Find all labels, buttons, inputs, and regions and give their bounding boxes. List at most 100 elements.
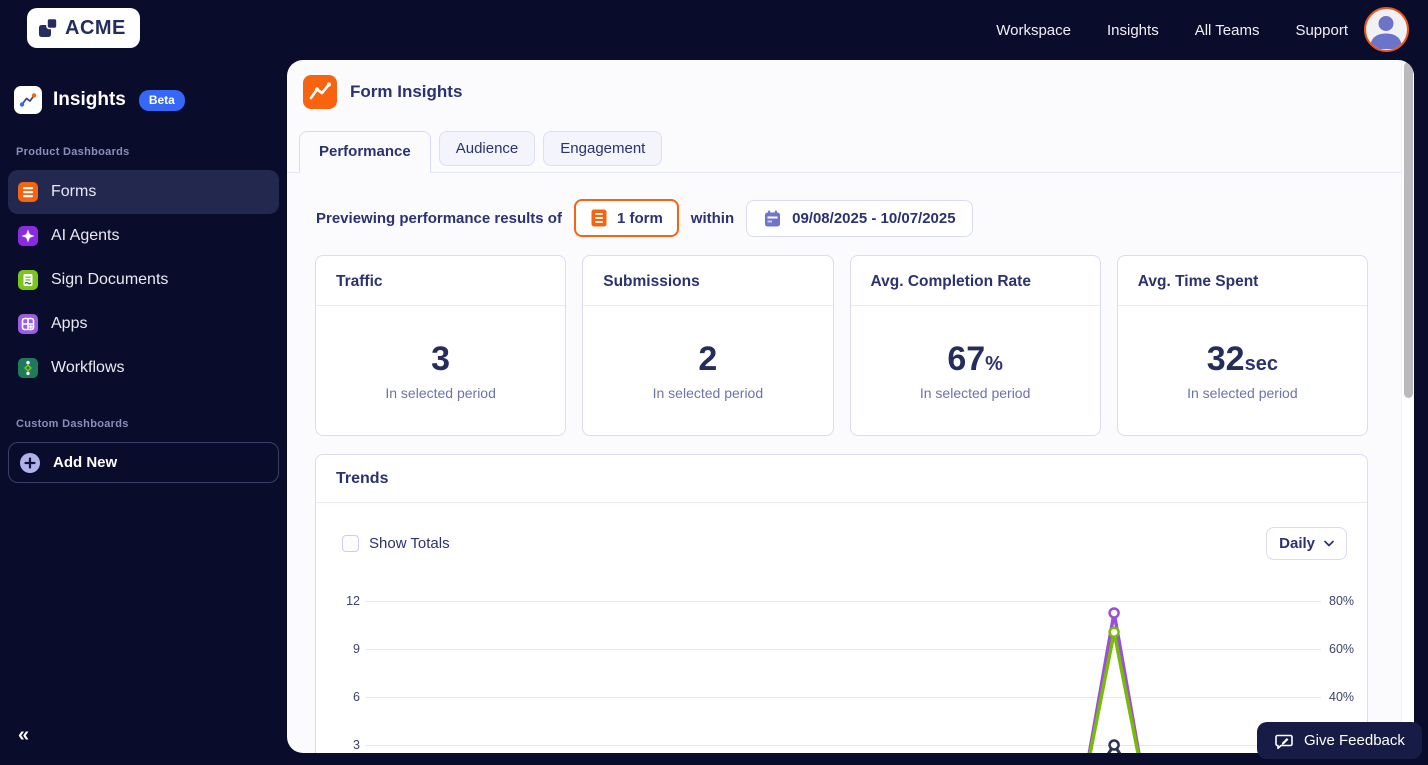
show-totals: Show Totals: [342, 535, 450, 552]
user-avatar[interactable]: [1364, 7, 1409, 52]
date-range-button[interactable]: 09/08/2025 - 10/07/2025: [746, 199, 973, 237]
right-axis-tick: 60%: [1329, 642, 1355, 656]
page-title: Form Insights: [350, 82, 463, 101]
preview-connector: within: [690, 209, 735, 227]
sidebar-item-label: Apps: [51, 315, 88, 332]
sidebar: Insights Beta Product Dashboards Forms AI…: [0, 60, 287, 765]
top-nav-item-all-teams[interactable]: All Teams: [1195, 22, 1260, 39]
feedback-label: Give Feedback: [1304, 732, 1405, 749]
forms-icon: [18, 182, 38, 202]
form-count-label: 1 form: [616, 209, 663, 227]
add-new-button[interactable]: Add New: [8, 442, 279, 483]
top-nav: Workspace Insights All Teams Support: [996, 0, 1348, 60]
stat-label: Avg. Time Spent: [1117, 256, 1367, 306]
stat-label: Submissions: [583, 256, 833, 306]
stat-value: 3: [431, 339, 451, 378]
scrollbar-thumb[interactable]: [1403, 62, 1413, 398]
top-bar: ACME Workspace Insights All Teams Support: [0, 0, 1428, 60]
sidebar-item-label: Forms: [51, 183, 97, 200]
sidebar-item-workflows[interactable]: Workflows: [8, 346, 279, 390]
sidebar-item-ai-agents[interactable]: AI Agents: [8, 214, 279, 258]
panel-header: Form Insights: [287, 60, 1414, 109]
sidebar-header: Insights Beta: [14, 86, 287, 114]
stat-card-traffic: Traffic 3 In selected period: [315, 255, 567, 436]
tab-engagement[interactable]: Engagement: [543, 131, 663, 166]
top-nav-item-insights[interactable]: Insights: [1107, 22, 1159, 39]
top-nav-item-workspace[interactable]: Workspace: [996, 22, 1071, 39]
trends-title: Trends: [316, 455, 1367, 503]
tab-performance[interactable]: Performance: [299, 131, 431, 173]
trends-card: Trends Show Totals Daily 12 80% 9 60% 6 …: [315, 454, 1368, 753]
stat-value: 32sec: [1206, 339, 1278, 378]
calendar-icon: [763, 209, 782, 228]
workflows-icon: [18, 358, 38, 378]
right-axis-tick: 40%: [1329, 690, 1355, 704]
left-axis-tick: 12: [346, 594, 360, 608]
feedback-chat-icon: [1274, 731, 1294, 751]
collapse-sidebar-icon[interactable]: «: [18, 725, 29, 745]
sidebar-item-label: AI Agents: [51, 227, 120, 244]
interval-label: Daily: [1279, 535, 1315, 552]
insights-chart-icon: [14, 86, 42, 114]
right-axis-tick: 80%: [1329, 594, 1355, 608]
purple-rate-series-marker: [1108, 607, 1120, 619]
chevron-down-icon: [1324, 540, 1334, 547]
stat-label: Avg. Completion Rate: [850, 256, 1100, 306]
form-insights-icon: [303, 75, 337, 109]
stat-caption: In selected period: [385, 384, 496, 401]
beta-badge: Beta: [138, 89, 185, 111]
scrollbar-track[interactable]: [1401, 60, 1414, 753]
sidebar-menu: Forms AI Agents Sign Documents Apps Workflow…: [0, 170, 287, 390]
sign-documents-icon: [18, 270, 38, 290]
preview-text: Previewing performance results of: [316, 209, 562, 227]
brand-name: ACME: [65, 16, 126, 39]
left-axis-tick: 3: [353, 738, 360, 752]
brand-logo[interactable]: ACME: [27, 8, 140, 48]
acme-logo-mark-icon: [37, 17, 59, 39]
left-axis-tick: 9: [353, 642, 360, 656]
sidebar-title: Insights: [53, 89, 126, 110]
stat-label: Traffic: [316, 256, 566, 306]
stat-value: 67%: [947, 339, 1003, 378]
trend-lines: [1087, 607, 1141, 753]
give-feedback-button[interactable]: Give Feedback: [1257, 722, 1422, 759]
trends-controls: Show Totals Daily: [342, 527, 1347, 560]
person-icon: [1366, 16, 1406, 50]
form-icon: [590, 209, 608, 227]
sidebar-item-apps[interactable]: Apps: [8, 302, 279, 346]
preview-row: Previewing performance results of 1 form…: [316, 199, 1414, 237]
stat-caption: In selected period: [1187, 384, 1298, 401]
sidebar-item-label: Workflows: [51, 359, 125, 376]
purple-rate-series-line: [1087, 611, 1141, 753]
ai-agents-icon: [18, 226, 38, 246]
stat-card-submissions: Submissions 2 In selected period: [582, 255, 834, 436]
stat-card-avg-completion-rate: Avg. Completion Rate 67% In selected per…: [849, 255, 1101, 436]
trends-chart: 12 80% 9 60% 6 40% 3 20%: [316, 594, 1367, 753]
stat-caption: In selected period: [652, 384, 764, 401]
sidebar-item-label: Sign Documents: [51, 271, 169, 288]
top-nav-item-support[interactable]: Support: [1295, 22, 1348, 39]
show-totals-checkbox[interactable]: [342, 535, 359, 552]
date-range-label: 09/08/2025 - 10/07/2025: [792, 209, 956, 227]
navy-count-series-line: [1107, 743, 1122, 753]
green-completion-rate-series-line: [1088, 630, 1140, 753]
tab-audience[interactable]: Audience: [438, 131, 536, 166]
show-totals-label: Show Totals: [369, 535, 450, 552]
plus-circle-icon: [20, 452, 40, 473]
sidebar-item-sign-documents[interactable]: Sign Documents: [8, 258, 279, 302]
interval-select[interactable]: Daily: [1266, 527, 1347, 560]
sidebar-item-forms[interactable]: Forms: [8, 170, 279, 214]
section-label-product-dashboards: Product Dashboards: [16, 146, 130, 158]
main-panel: Form Insights Performance Audience Engagem…: [287, 60, 1414, 753]
stat-caption: In selected period: [919, 384, 1031, 401]
section-label-custom-dashboards: Custom Dashboards: [16, 418, 129, 430]
form-count-button[interactable]: 1 form: [573, 199, 679, 237]
left-axis-tick: 6: [353, 690, 360, 704]
apps-icon: [18, 314, 38, 334]
navy-count-series-marker: [1108, 739, 1120, 751]
stat-card-avg-time-spent: Avg. Time Spent 32sec In selected period: [1116, 255, 1368, 436]
add-new-label: Add New: [53, 454, 118, 471]
tab-bar: Performance Audience Engagement: [287, 131, 1414, 173]
stats-row: Traffic 3 In selected period Submissions…: [315, 255, 1368, 436]
stat-value: 2: [698, 339, 718, 378]
